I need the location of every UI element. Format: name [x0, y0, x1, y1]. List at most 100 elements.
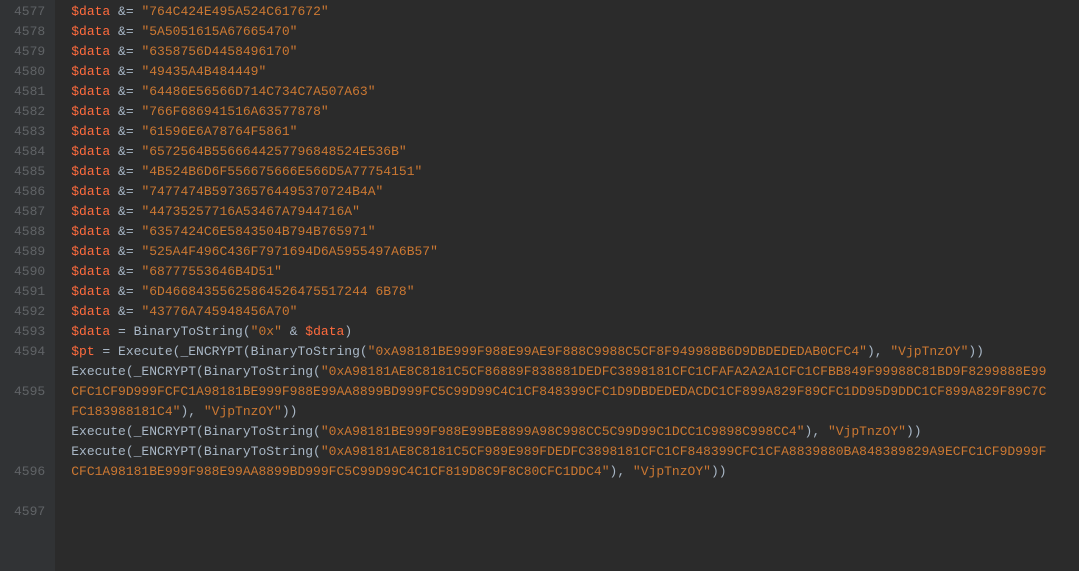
code-area[interactable]: $data &= "764C424E495A524C617672"$data &…	[55, 0, 1051, 571]
variable-token: $data	[71, 84, 110, 99]
line-number: 4595	[14, 382, 45, 462]
operator-token: =	[95, 344, 118, 359]
variable-token: $data	[71, 264, 110, 279]
operator-token: &=	[110, 184, 141, 199]
code-line[interactable]: Execute(_ENCRYPT(BinaryToString("0xA9818…	[71, 362, 1051, 422]
code-line[interactable]: $data &= "525A4F496C436F7971694D6A595549…	[71, 242, 1051, 262]
variable-token: $data	[71, 144, 110, 159]
line-number: 4579	[14, 42, 45, 62]
code-line[interactable]: $data &= "4B524B6D6F556675666E566D5A7775…	[71, 162, 1051, 182]
string-token: "VjpTnzOY"	[828, 424, 906, 439]
identifier-token: BinaryToString(	[134, 324, 251, 339]
line-number: 4582	[14, 102, 45, 122]
code-line[interactable]: $data &= "43776A745948456A70"	[71, 302, 1051, 322]
variable-token: $data	[71, 44, 110, 59]
variable-token: $data	[71, 64, 110, 79]
code-line[interactable]: $data &= "49435A4B484449"	[71, 62, 1051, 82]
variable-token: $data	[71, 104, 110, 119]
variable-token: $data	[71, 184, 110, 199]
code-line[interactable]: $data &= "766F686941516A63577878"	[71, 102, 1051, 122]
string-token: "68777553646B4D51"	[141, 264, 281, 279]
line-number: 4584	[14, 142, 45, 162]
string-token: "0xA98181BE999F988E99BE8899A98C998CC5C99…	[321, 424, 805, 439]
code-line[interactable]: $data &= "6572564B5566644257796848524E53…	[71, 142, 1051, 162]
operator-token: ),	[867, 344, 890, 359]
code-line[interactable]: $data &= "61596E6A78764F5861"	[71, 122, 1051, 142]
code-line[interactable]: $data &= "7477474B597365764495370724B4A"	[71, 182, 1051, 202]
operator-token: &=	[110, 304, 141, 319]
operator-token: ))	[711, 464, 727, 479]
string-token: "VjpTnzOY"	[633, 464, 711, 479]
identifier-token: Execute(_ENCRYPT(BinaryToString(	[71, 424, 321, 439]
operator-token: =	[110, 324, 133, 339]
string-token: "64486E56566D714C734C7A507A63"	[141, 84, 375, 99]
operator-token: &	[282, 324, 305, 339]
operator-token: ),	[610, 464, 633, 479]
variable-token: $pt	[71, 344, 94, 359]
code-line[interactable]: Execute(_ENCRYPT(BinaryToString("0xA9818…	[71, 442, 1051, 482]
operator-token: &=	[110, 284, 141, 299]
operator-token: ),	[805, 424, 828, 439]
variable-token: $data	[71, 124, 110, 139]
operator-token: &=	[110, 84, 141, 99]
line-number: 4578	[14, 22, 45, 42]
identifier-token: Execute(_ENCRYPT(BinaryToString(	[71, 444, 321, 459]
operator-token: &=	[110, 104, 141, 119]
string-token: "7477474B597365764495370724B4A"	[141, 184, 383, 199]
string-token: "49435A4B484449"	[141, 64, 266, 79]
line-number: 4591	[14, 282, 45, 302]
string-token: "VjpTnzOY"	[204, 404, 282, 419]
line-number: 4592	[14, 302, 45, 322]
string-token: "6358756D4458496170"	[141, 44, 297, 59]
operator-token: ))	[906, 424, 922, 439]
variable-token: $data	[71, 244, 110, 259]
variable-token: $data	[71, 324, 110, 339]
string-token: "4B524B6D6F556675666E566D5A77754151"	[141, 164, 422, 179]
operator-token: &=	[110, 64, 141, 79]
code-line[interactable]: Execute(_ENCRYPT(BinaryToString("0xA9818…	[71, 422, 1051, 442]
code-line[interactable]: $data &= "764C424E495A524C617672"	[71, 2, 1051, 22]
operator-token: &=	[110, 204, 141, 219]
operator-token: &=	[110, 124, 141, 139]
code-line[interactable]: $data &= "68777553646B4D51"	[71, 262, 1051, 282]
code-line[interactable]: $data &= "6358756D4458496170"	[71, 42, 1051, 62]
variable-token: $data	[71, 224, 110, 239]
code-line[interactable]: $data &= "44735257716A53467A7944716A"	[71, 202, 1051, 222]
string-token: "525A4F496C436F7971694D6A5955497A6B57"	[141, 244, 437, 259]
variable-token: $data	[305, 324, 344, 339]
code-line[interactable]: $data &= "64486E56566D714C734C7A507A63"	[71, 82, 1051, 102]
string-token: "6D46684355625864526475517244 6B78"	[141, 284, 414, 299]
operator-token: ))	[968, 344, 984, 359]
operator-token: &=	[110, 224, 141, 239]
string-token: "764C424E495A524C617672"	[141, 4, 328, 19]
line-number-gutter: 4577457845794580458145824583458445854586…	[0, 0, 55, 571]
string-token: "6357424C6E5843504B794B765971"	[141, 224, 375, 239]
code-line[interactable]: $data &= "6357424C6E5843504B794B765971"	[71, 222, 1051, 242]
line-number: 4585	[14, 162, 45, 182]
line-number: 4580	[14, 62, 45, 82]
code-line[interactable]: $pt = Execute(_ENCRYPT(BinaryToString("0…	[71, 342, 1051, 362]
code-line[interactable]: $data &= "6D46684355625864526475517244 6…	[71, 282, 1051, 302]
line-number: 4597	[14, 502, 45, 562]
line-number: 4577	[14, 2, 45, 22]
variable-token: $data	[71, 284, 110, 299]
identifier-token: Execute(_ENCRYPT(BinaryToString(	[71, 364, 321, 379]
line-number: 4590	[14, 262, 45, 282]
code-line[interactable]: $data &= "5A5051615A67665470"	[71, 22, 1051, 42]
code-editor: 4577457845794580458145824583458445854586…	[0, 0, 1079, 571]
operator-token: &=	[110, 144, 141, 159]
string-token: "43776A745948456A70"	[141, 304, 297, 319]
line-number: 4593	[14, 322, 45, 342]
operator-token: ),	[180, 404, 203, 419]
operator-token: &=	[110, 264, 141, 279]
variable-token: $data	[71, 4, 110, 19]
code-line[interactable]: $data = BinaryToString("0x" & $data)	[71, 322, 1051, 342]
identifier-token: Execute(_ENCRYPT(BinaryToString(	[118, 344, 368, 359]
string-token: "766F686941516A63577878"	[141, 104, 328, 119]
operator-token: &=	[110, 4, 141, 19]
string-token: "0x"	[251, 324, 282, 339]
line-number: 4588	[14, 222, 45, 242]
line-number: 4594	[14, 342, 45, 382]
operator-token: &=	[110, 44, 141, 59]
line-number: 4589	[14, 242, 45, 262]
